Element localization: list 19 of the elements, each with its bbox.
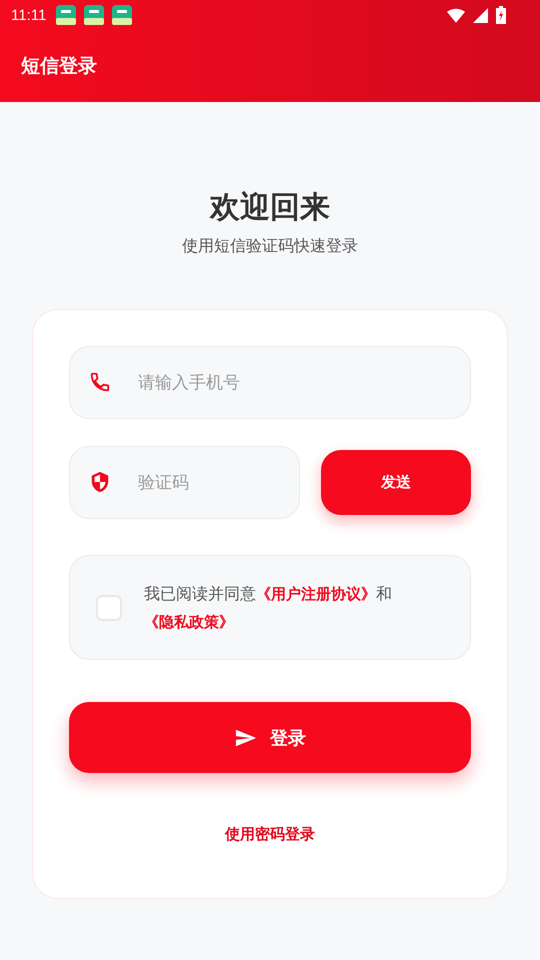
signal-icon: [473, 8, 488, 22]
agreement-checkbox[interactable]: [96, 594, 122, 620]
status-time: 11:11: [11, 6, 46, 24]
phone-input-field[interactable]: 请输入手机号: [69, 346, 471, 419]
page-title: 短信登录: [21, 54, 97, 79]
login-button[interactable]: 登录: [69, 702, 471, 773]
app-notification-icon: [56, 5, 76, 25]
code-input-field[interactable]: 验证码: [69, 446, 300, 519]
welcome-title: 欢迎回来: [208, 189, 331, 227]
password-login-link[interactable]: 使用密码登录: [225, 825, 315, 844]
send-code-button[interactable]: 发送: [321, 450, 471, 515]
welcome-subtitle: 使用短信验证码快速登录: [181, 236, 359, 257]
agreement-text: 我已阅读并同意《用户注册协议》和 《隐私政策》: [144, 582, 393, 632]
app-notification-icon: [112, 5, 132, 25]
app-notification-icon: [84, 5, 104, 25]
privacy-link[interactable]: 《隐私政策》: [144, 612, 234, 630]
wifi-icon: [447, 8, 465, 22]
battery-icon: [496, 6, 506, 24]
terms-link[interactable]: 《用户注册协议》: [256, 584, 376, 602]
